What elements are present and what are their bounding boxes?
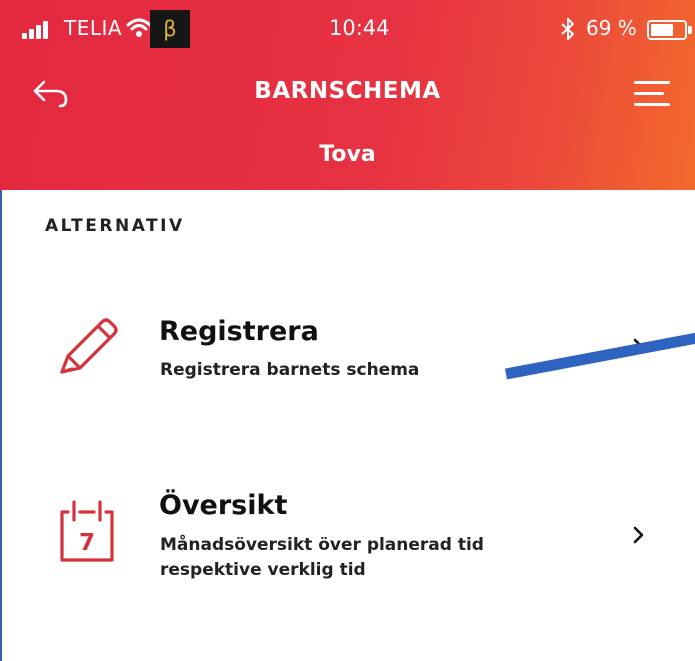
option-register[interactable]: Registrera Registrera barnets schema <box>2 280 695 430</box>
chevron-right-icon <box>633 338 644 356</box>
beta-badge: β <box>150 10 190 48</box>
battery-icon <box>647 20 687 40</box>
section-label: ALTERNATIV <box>45 216 185 236</box>
battery-level <box>651 24 673 36</box>
child-name: Tova <box>319 142 376 167</box>
calendar-day-number: 7 <box>79 530 95 556</box>
bluetooth-icon <box>561 18 574 40</box>
wifi-icon <box>126 18 152 37</box>
pencil-icon <box>60 318 118 374</box>
status-time: 10:44 <box>329 16 390 40</box>
page-title: BARNSCHEMA <box>254 78 441 104</box>
chevron-right-icon <box>633 526 644 544</box>
carrier-name: TELIA <box>64 16 123 40</box>
option-title: Registrera <box>159 316 319 347</box>
battery-percent: 69 % <box>586 16 637 40</box>
option-overview[interactable]: 7 Översikt Månadsöversikt över planerad … <box>2 460 695 620</box>
calendar-icon: 7 <box>60 500 114 562</box>
battery-nub <box>688 26 692 34</box>
app-header: TELIA β 10:44 69 % BARNSCHEMA Tova <box>0 0 695 190</box>
signal-strength-icon <box>22 21 56 39</box>
option-title: Översikt <box>159 490 288 521</box>
status-bar: TELIA β 10:44 69 % <box>0 0 695 62</box>
option-subtitle: Registrera barnets schema <box>160 360 420 380</box>
hamburger-menu-icon[interactable] <box>634 77 674 109</box>
option-subtitle: Månadsöversikt över planerad tid respekt… <box>160 535 484 580</box>
